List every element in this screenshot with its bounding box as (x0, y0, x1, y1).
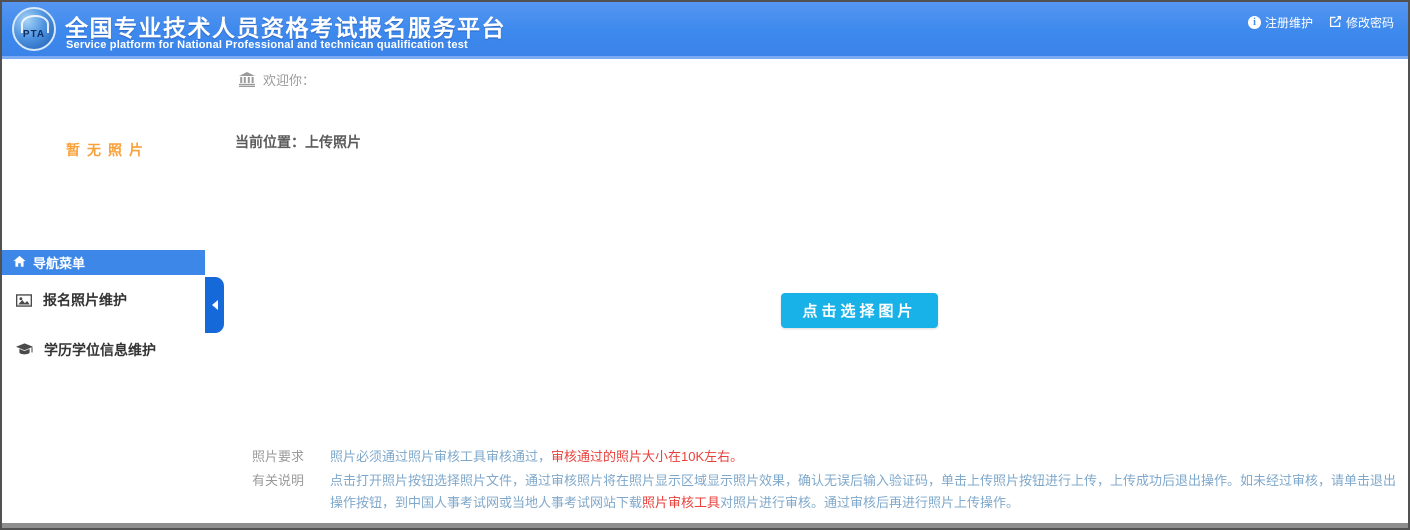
breadcrumb-current-location: 当前位置：上传照片 (235, 132, 361, 152)
instructions-label: 有关说明 (252, 470, 312, 514)
top-header-bar: PTA 全国专业技术人员资格考试报名服务平台 Service platform … (2, 2, 1408, 59)
no-photo-placeholder: 暂无照片 (66, 140, 150, 160)
instructions-text: 点击打开照片按钮选择照片文件，通过审核照片将在照片显示区域显示照片效果，确认无误… (330, 470, 1400, 514)
photo-requirement-text: 照片必须通过照片审核工具审核通过，审核通过的照片大小在10K左右。 (330, 446, 1400, 468)
pta-logo-icon: PTA (12, 7, 56, 51)
photo-requirement-label: 照片要求 (252, 446, 312, 468)
app-window: PTA 全国专业技术人员资格考试报名服务平台 Service platform … (0, 0, 1410, 530)
welcome-label: 欢迎你： (263, 70, 315, 89)
home-icon (13, 255, 26, 271)
instructions-text-highlight: 照片审核工具 (642, 495, 720, 510)
sidebar-item-label: 学历学位信息维护 (44, 340, 156, 360)
graduation-cap-icon (16, 343, 33, 357)
logo-text: PTA (23, 29, 45, 40)
nav-menu-header: 导航菜单 (2, 250, 205, 275)
photo-icon (16, 294, 32, 307)
page-subtitle: Service platform for National Profession… (66, 39, 468, 51)
sidebar-item-photo-maintenance[interactable]: 报名照片维护 (16, 289, 206, 311)
change-password-link[interactable]: 修改密码 (1329, 14, 1394, 31)
photo-requirement-text-normal: 照片必须通过照片审核工具审核通过， (330, 449, 551, 464)
header-links: i 注册维护 修改密码 (1248, 14, 1394, 31)
sidebar-collapse-tab[interactable] (205, 277, 224, 333)
sidebar-item-label: 报名照片维护 (43, 290, 127, 310)
instructions-row: 有关说明 点击打开照片按钮选择照片文件，通过审核照片将在照片显示区域显示照片效果… (252, 470, 1400, 514)
register-maintenance-label: 注册维护 (1265, 14, 1313, 31)
info-circle-icon: i (1248, 16, 1261, 29)
sidebar-item-education-maintenance[interactable]: 学历学位信息维护 (16, 339, 206, 361)
select-image-button[interactable]: 点击选择图片 (781, 293, 938, 328)
instructions-text-part2: 对照片进行审核。通过审核后再进行照片上传操作。 (720, 495, 1019, 510)
register-maintenance-link[interactable]: i 注册维护 (1248, 14, 1313, 31)
page-title: 全国专业技术人员资格考试报名服务平台 (65, 9, 506, 43)
bank-icon (239, 72, 255, 87)
edit-icon (1329, 15, 1342, 31)
window-bottom-edge (2, 523, 1408, 528)
notes-section: 照片要求 照片必须通过照片审核工具审核通过，审核通过的照片大小在10K左右。 有… (252, 446, 1400, 516)
photo-requirement-row: 照片要求 照片必须通过照片审核工具审核通过，审核通过的照片大小在10K左右。 (252, 446, 1400, 468)
change-password-label: 修改密码 (1346, 14, 1394, 31)
photo-requirement-text-highlight: 审核通过的照片大小在10K左右。 (551, 449, 743, 464)
welcome-row: 欢迎你： (239, 70, 315, 89)
nav-menu-label: 导航菜单 (33, 253, 85, 272)
chevron-left-icon (212, 300, 218, 310)
